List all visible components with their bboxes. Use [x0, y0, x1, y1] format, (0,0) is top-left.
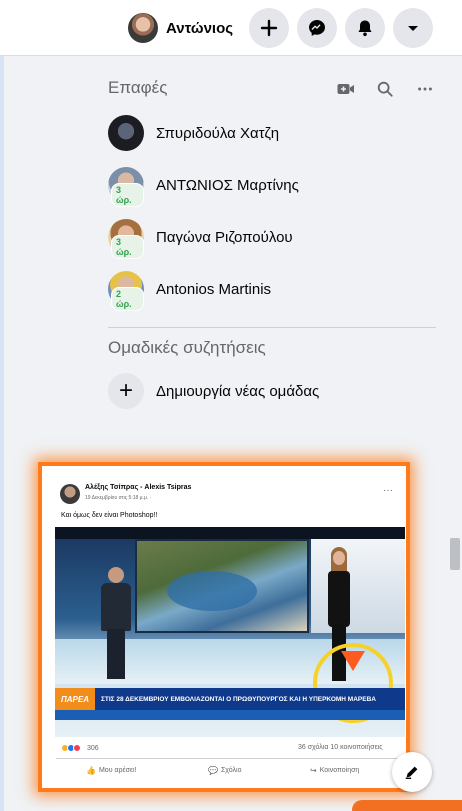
love-reaction-icon [73, 744, 81, 752]
contact-avatar [108, 115, 144, 151]
messenger-button[interactable] [297, 8, 337, 48]
messenger-icon [309, 20, 325, 36]
ticker-subbar [55, 710, 405, 720]
comment-icon: 💬 [208, 766, 218, 775]
post-video[interactable]: ΠΑΡΕΑ ΣΤΙΣ 28 ΔΕΚΕΜΒΡΙΟΥ ΕΜΒΟΛΙΑΖΟΝΤΑΙ Ο… [55, 527, 405, 737]
contact-name: Σπυριδούλα Χατζη [156, 124, 280, 142]
contacts-options-button[interactable] [414, 78, 436, 100]
share-icon: ↪ [310, 766, 317, 775]
comment-button[interactable]: 💬 Σχόλιο [208, 766, 242, 775]
left-edge [0, 56, 4, 811]
orange-corner-tab[interactable] [352, 800, 462, 811]
reaction-count: 306 [87, 744, 99, 752]
like-icon: 👍 [86, 766, 96, 775]
contact-item[interactable]: Σπυριδούλα Χατζη [100, 108, 440, 158]
more-icon [418, 87, 432, 91]
new-room-icon [337, 84, 354, 94]
account-menu-button[interactable] [393, 8, 433, 48]
contact-name: Παγώνα Ριζοπούλου [156, 228, 293, 246]
post-divider [56, 758, 400, 759]
contact-avatar: 3 ώρ. [108, 167, 144, 207]
profile-name: Αντώνιος [166, 19, 234, 37]
compose-icon [405, 766, 418, 779]
down-arrow-icon [341, 651, 365, 671]
contact-avatar: 2 ώρ. [108, 271, 144, 311]
new-message-button[interactable] [392, 752, 432, 792]
search-contacts-button[interactable] [374, 78, 396, 100]
post-more-icon[interactable]: ··· [383, 486, 393, 496]
post-stats[interactable]: 36 σχόλια 10 κοινοποιήσεις [298, 744, 383, 751]
presenter-man [99, 567, 133, 679]
share-label: Κοινοποίηση [319, 767, 360, 774]
ticker-headline: ΣΤΙΣ 28 ΔΕΚΕΜΒΡΙΟΥ ΕΜΒΟΛΙΑΖΟΝΤΑΙ Ο ΠΡΩΘΥ… [100, 695, 376, 703]
like-label: Μου αρέσει! [98, 767, 137, 774]
post-time[interactable]: 19 Δεκεμβρίου στις 5:18 μ.μ. · [85, 495, 151, 501]
active-time-badge: 3 ώρ. [111, 235, 144, 259]
comment-label: Σχόλιο [220, 767, 242, 774]
active-time-badge: 3 ώρ. [111, 183, 144, 207]
new-room-button[interactable] [335, 78, 357, 100]
news-ticker: ΠΑΡΕΑ ΣΤΙΣ 28 ΔΕΚΕΜΒΡΙΟΥ ΕΜΒΟΛΙΑΖΟΝΤΑΙ Ο… [55, 688, 405, 710]
profile-button[interactable]: Αντώνιος [124, 9, 243, 47]
plus-icon: + [108, 373, 144, 409]
share-button[interactable]: ↪ Κοινοποίηση [310, 766, 359, 775]
post-author[interactable]: Αλέξης Τσίπρας - Alexis Tsipras [85, 484, 191, 491]
contact-name: Antonios Martinis [156, 280, 272, 298]
profile-avatar [128, 13, 158, 43]
create-group-label: Δημιουργία νέας ομάδας [156, 382, 320, 400]
notifications-icon [358, 20, 372, 37]
create-button[interactable] [249, 8, 289, 48]
account-menu-icon [408, 26, 418, 31]
search-icon [377, 81, 393, 97]
studio-screen [135, 539, 309, 633]
notifications-button[interactable] [345, 8, 385, 48]
channel-logo: ΠΑΡΕΑ [55, 688, 95, 710]
like-button[interactable]: 👍 Μου αρέσει! [86, 766, 137, 775]
contact-item[interactable]: 3 ώρ. Παγώνα Ριζοπούλου [100, 212, 440, 262]
scrollbar-thumb[interactable] [450, 538, 460, 570]
group-chats-title: Ομαδικές συζητήσεις [108, 338, 266, 357]
contact-item[interactable]: 2 ώρ. Antonios Martinis [100, 264, 440, 314]
post-reactions[interactable]: 306 [61, 744, 99, 752]
contact-name: ΑΝΤΩΝΙΟΣ Μαρτίνης [156, 176, 299, 194]
contact-item[interactable]: 3 ώρ. ΑΝΤΩΝΙΟΣ Μαρτίνης [100, 160, 440, 210]
active-time-badge: 2 ώρ. [111, 287, 144, 311]
top-bar: Αντώνιος [0, 0, 462, 56]
bay-image [167, 571, 257, 611]
post-text: Και όμως δεν είναι Photoshop!! [61, 512, 158, 519]
contacts-title: Επαφές [108, 78, 168, 97]
create-group-button[interactable]: + Δημιουργία νέας ομάδας [100, 366, 440, 416]
contact-avatar: 3 ώρ. [108, 219, 144, 259]
section-divider [108, 327, 436, 328]
create-icon [260, 19, 278, 37]
post-author-avatar[interactable] [60, 484, 80, 504]
